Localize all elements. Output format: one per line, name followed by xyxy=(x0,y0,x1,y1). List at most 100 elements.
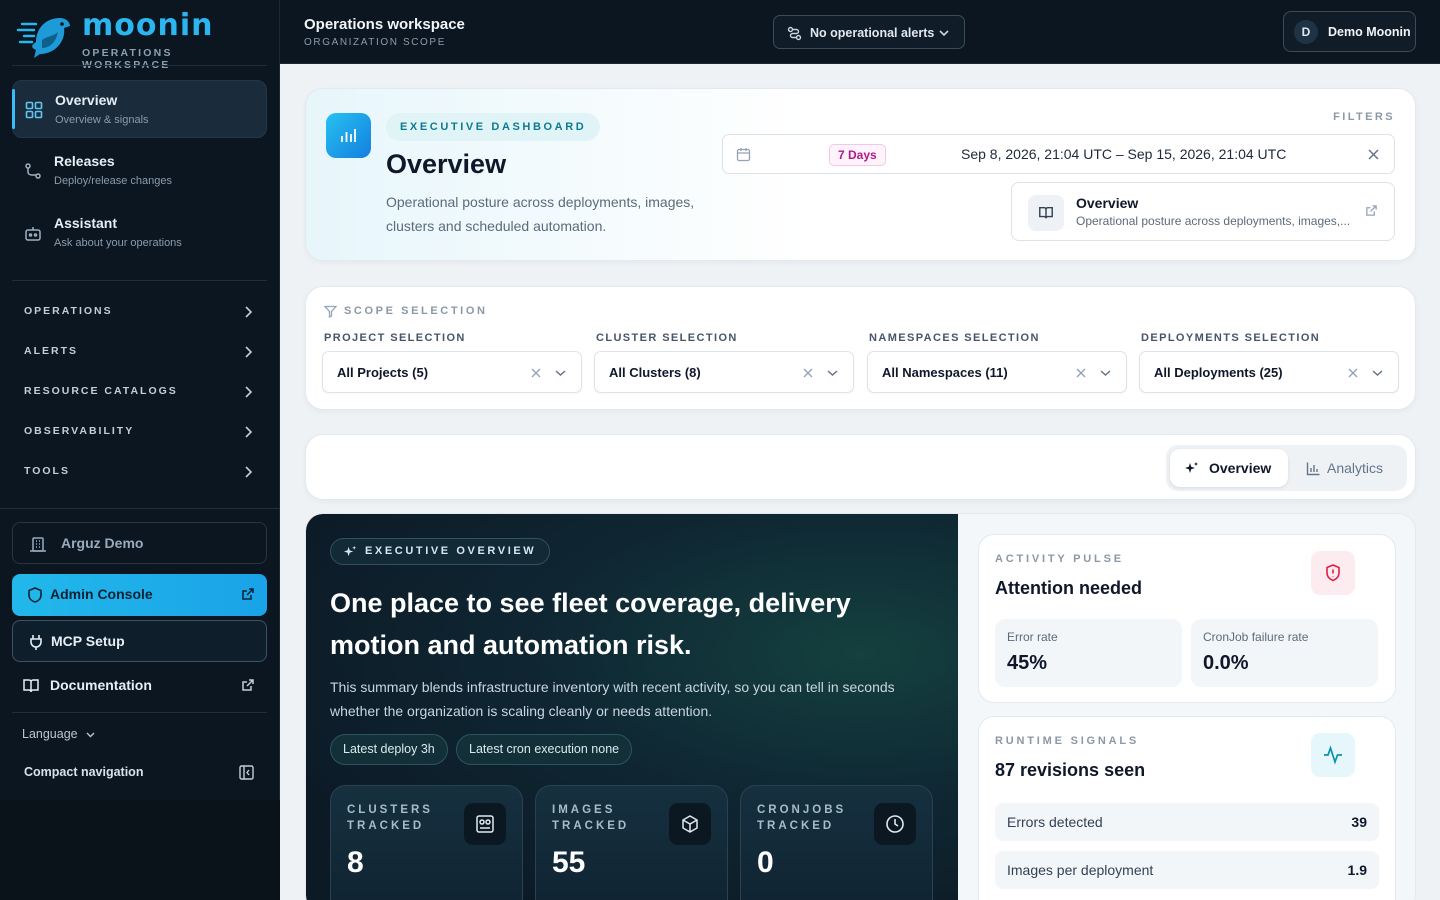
brand-logo[interactable]: moonin OPERATIONS WORKSPACE xyxy=(16,8,266,71)
avatar: D xyxy=(1294,20,1318,44)
top-bar: Operations workspace ORGANIZATION SCOPE … xyxy=(280,0,1440,64)
brand-name: moonin xyxy=(82,8,214,43)
images-per-deployment-row: Images per deployment 1.9 xyxy=(995,851,1379,889)
cluster-icon xyxy=(464,803,506,845)
section-operations[interactable]: OPERATIONS xyxy=(12,300,267,324)
clear-icon[interactable] xyxy=(1348,368,1358,378)
divider xyxy=(12,712,267,713)
stat-label: CronJob failure rate xyxy=(1203,630,1309,644)
executive-overview-chip: EXECUTIVE OVERVIEW xyxy=(330,538,551,565)
book-icon xyxy=(1028,195,1064,231)
nav-item-subtitle: Ask about your operations xyxy=(54,237,182,249)
clear-icon[interactable] xyxy=(1076,368,1086,378)
select-label: PROJECT SELECTION xyxy=(324,332,466,344)
clear-icon[interactable] xyxy=(531,368,541,378)
close-icon[interactable] xyxy=(1368,149,1379,160)
row-value: 1.9 xyxy=(1347,862,1367,878)
cronjob-failure-stat: CronJob failure rate 0.0% xyxy=(1191,619,1378,687)
admin-console-button[interactable]: Admin Console xyxy=(12,574,267,616)
clock-icon xyxy=(874,803,916,845)
executive-dashboard-header: EXECUTIVE DASHBOARD Overview Operational… xyxy=(305,88,1416,261)
chevron-right-icon xyxy=(245,466,253,478)
namespaces-select[interactable]: All Namespaces (11) xyxy=(867,351,1127,393)
user-menu[interactable]: D Demo Moonin xyxy=(1283,11,1416,52)
alerts-dropdown[interactable]: No operational alerts xyxy=(773,15,965,49)
language-selector[interactable]: Language xyxy=(22,727,78,741)
metric-cronjobs-tracked: CRONJOBS TRACKED 0 xyxy=(740,785,933,900)
deployments-select[interactable]: All Deployments (25) xyxy=(1139,351,1399,393)
row-label: Images per deployment xyxy=(1007,862,1154,878)
sparkles-icon xyxy=(1185,462,1198,473)
route-icon xyxy=(787,26,802,41)
building-icon xyxy=(30,537,46,552)
documentation-link[interactable]: Documentation xyxy=(12,665,267,707)
plug-icon xyxy=(30,635,42,650)
robot-icon xyxy=(25,227,41,241)
page-doc-link[interactable]: Overview Operational posture across depl… xyxy=(1011,182,1395,241)
chevron-down-icon xyxy=(827,370,838,377)
section-label: OPERATIONS xyxy=(24,305,113,317)
select-value: All Projects (5) xyxy=(337,365,429,380)
documentation-label: Documentation xyxy=(50,677,152,693)
section-observability[interactable]: OBSERVABILITY xyxy=(12,420,267,444)
bird-logo-icon xyxy=(16,18,70,58)
alerts-label: No operational alerts xyxy=(810,26,935,40)
bar-chart-icon xyxy=(1306,462,1320,476)
mcp-setup-label: MCP Setup xyxy=(51,633,125,649)
select-label: CLUSTER SELECTION xyxy=(596,332,738,344)
section-label: RESOURCE CATALOGS xyxy=(24,385,178,397)
nav-item-title: Releases xyxy=(54,153,115,169)
tab-group: Overview Analytics xyxy=(1166,445,1407,491)
row-label: Errors detected xyxy=(1007,814,1103,830)
tab-overview[interactable]: Overview xyxy=(1170,449,1288,487)
external-link-icon xyxy=(1366,205,1377,216)
nav-item-assistant[interactable]: Assistant Ask about your operations xyxy=(12,204,267,262)
filters-label: FILTERS xyxy=(1333,111,1395,123)
executive-headline: One place to see fleet coverage, deliver… xyxy=(330,588,851,660)
row-value: 39 xyxy=(1351,814,1367,830)
compact-navigation-toggle[interactable]: Compact navigation xyxy=(24,765,143,779)
range-preset-badge[interactable]: 7 Days xyxy=(829,144,886,166)
project-select[interactable]: All Projects (5) xyxy=(322,351,582,393)
tab-analytics[interactable]: Analytics xyxy=(1292,449,1403,487)
external-link-icon xyxy=(242,679,254,691)
sidebar-collapse-icon[interactable] xyxy=(239,765,254,780)
nav-item-subtitle: Overview & signals xyxy=(55,114,149,126)
git-branch-icon xyxy=(25,163,41,179)
section-label: OBSERVABILITY xyxy=(24,425,135,437)
card-kicker: RUNTIME SIGNALS xyxy=(995,735,1140,747)
scope-header: SCOPE SELECTION xyxy=(324,305,724,319)
page-description: Operational posture across deployments, … xyxy=(386,194,695,234)
metric-label: CLUSTERS TRACKED xyxy=(347,804,433,832)
chevron-down-icon xyxy=(1372,370,1383,377)
metric-value: 55 xyxy=(552,846,586,879)
brand-subtitle: OPERATIONS WORKSPACE xyxy=(82,47,173,71)
section-tools[interactable]: TOOLS xyxy=(12,460,267,484)
errors-detected-row: Errors detected 39 xyxy=(995,803,1379,841)
divider xyxy=(12,65,267,66)
error-rate-stat: Error rate 45% xyxy=(995,619,1182,687)
section-alerts[interactable]: ALERTS xyxy=(12,340,267,364)
divider xyxy=(12,280,267,281)
external-link-icon xyxy=(242,588,254,600)
mcp-setup-button[interactable]: MCP Setup xyxy=(12,620,267,662)
scope-selection: SCOPE SELECTION PROJECT SELECTION All Pr… xyxy=(305,286,1416,410)
clear-icon[interactable] xyxy=(803,368,813,378)
sparkles-icon xyxy=(343,545,357,557)
nav-item-title: Overview xyxy=(55,92,118,108)
date-range-value: Sep 8, 2026, 21:04 UTC – Sep 15, 2026, 2… xyxy=(961,146,1287,162)
nav-item-releases[interactable]: Releases Deploy/release changes xyxy=(12,142,267,200)
view-tabs: Overview Analytics xyxy=(305,434,1416,500)
chevron-right-icon xyxy=(245,386,253,398)
metric-value: 8 xyxy=(347,846,364,879)
latest-deploy-pill: Latest deploy 3h xyxy=(330,734,448,765)
organization-selector[interactable]: Arguz Demo xyxy=(12,522,267,564)
cluster-select[interactable]: All Clusters (8) xyxy=(594,351,854,393)
select-label: NAMESPACES SELECTION xyxy=(869,332,1040,344)
card-title: Attention needed xyxy=(995,578,1142,598)
section-resource-catalogs[interactable]: RESOURCE CATALOGS xyxy=(12,380,267,404)
date-range-picker[interactable]: 7 Days Sep 8, 2026, 21:04 UTC – Sep 15, … xyxy=(722,134,1395,174)
metric-label: IMAGES TRACKED xyxy=(552,804,630,832)
nav-item-overview[interactable]: Overview Overview & signals xyxy=(12,80,267,138)
executive-overview-hero: EXECUTIVE OVERVIEW One place to see flee… xyxy=(306,514,958,900)
